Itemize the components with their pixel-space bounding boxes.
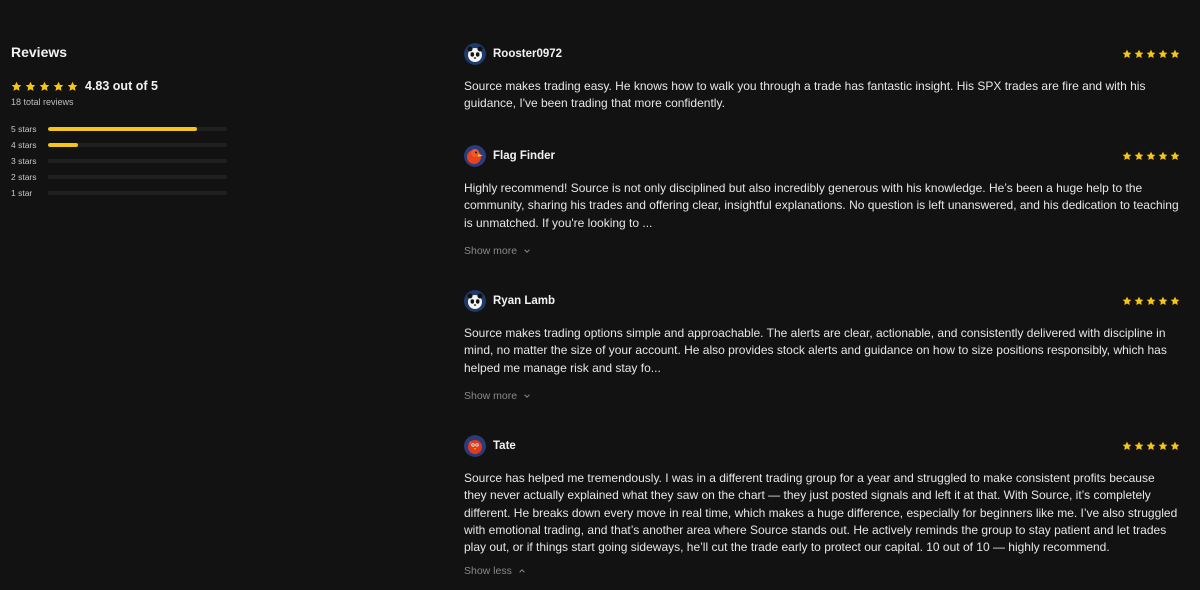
star-icon [1134, 151, 1144, 160]
review-author: Rooster0972 [493, 48, 563, 60]
review-stars [1122, 296, 1180, 306]
review-header: Ryan Lamb [464, 290, 1180, 312]
review-author: Flag Finder [493, 150, 555, 162]
show-more-button[interactable]: Show more [464, 390, 531, 402]
review-text: Source has helped me tremendously. I was… [464, 471, 1178, 555]
review-header: Tate [464, 435, 1180, 457]
toggle-label: Show less [464, 565, 512, 578]
reviews-title: Reviews [11, 44, 68, 60]
star-icon [1134, 441, 1144, 450]
panda-avatar-icon [464, 43, 486, 65]
rating-bar-label: 5 stars [11, 124, 37, 134]
review-text: Source makes trading options simple and … [464, 326, 1167, 375]
star-icon [1134, 49, 1144, 58]
rating-breakdown: 5 stars 4 stars 3 stars 2 stars 1 star [11, 121, 231, 201]
star-icon [1146, 49, 1156, 58]
review-card: Flag Finder Highly recommend! Source is … [464, 145, 1180, 259]
review-stars [1122, 151, 1180, 161]
review-header: Rooster0972 [464, 43, 1180, 65]
review-card: Rooster0972 Source makes trading easy. H… [464, 43, 1180, 113]
rating-bar-fill [48, 143, 79, 147]
rating-bar-track [48, 175, 227, 179]
star-icon [25, 81, 36, 91]
rating-bar-label: 1 star [11, 188, 33, 198]
chevron-down-icon [524, 249, 530, 253]
rating-bar-label: 3 stars [11, 156, 37, 166]
review-author: Ryan Lamb [493, 295, 555, 307]
chevron-up-icon [519, 569, 525, 574]
star-icon [1170, 296, 1180, 305]
bird-avatar-icon [464, 435, 486, 457]
rating-bar-fill [48, 127, 197, 131]
star-icon [1170, 441, 1180, 450]
rating-bar-label: 2 stars [11, 172, 37, 182]
review-stars [1122, 441, 1180, 451]
star-icon [1158, 296, 1168, 305]
review-card: Ryan Lamb Source makes trading options s… [464, 290, 1180, 404]
rating-bar-row: 1 star [11, 185, 231, 201]
rating-bar-row: 3 stars [11, 153, 231, 169]
total-reviews-count: 18 total reviews [11, 97, 74, 107]
rating-bar-track [48, 191, 227, 195]
rating-bar-row: 4 stars [11, 137, 231, 153]
show-more-button[interactable]: Show more [464, 245, 531, 257]
review-text: Highly recommend! Source is not only dis… [464, 181, 1179, 230]
star-icon [1146, 296, 1156, 305]
star-icon [67, 81, 78, 91]
reviews-summary: Reviews 4.83 out of 5 18 total reviews 5… [11, 44, 231, 201]
toggle-label: Show more [464, 389, 518, 402]
star-icon [1158, 151, 1168, 160]
star-icon [1170, 151, 1180, 160]
star-icon [39, 81, 50, 91]
review-text: Source makes trading easy. He knows how … [464, 79, 1146, 111]
review-author: Tate [493, 440, 516, 452]
toggle-label: Show more [464, 244, 518, 257]
star-icon [1146, 441, 1156, 450]
rating-bar-row: 2 stars [11, 169, 231, 185]
star-icon [1122, 296, 1132, 305]
star-icon [11, 81, 22, 91]
star-icon [1158, 441, 1168, 450]
star-icon [1170, 49, 1180, 58]
rating-bar-row: 5 stars [11, 121, 231, 137]
reviews-page: Reviews 4.83 out of 5 18 total reviews 5… [0, 0, 1200, 590]
star-icon [1122, 49, 1132, 58]
rating-bar-track [48, 143, 227, 147]
panda-avatar-icon [464, 290, 486, 312]
rating-text: 4.83 out of 5 [85, 79, 158, 93]
star-icon [1134, 296, 1144, 305]
review-stars [1122, 49, 1180, 59]
rating-bar-track [48, 127, 227, 131]
star-icon [1158, 49, 1168, 58]
average-rating: 4.83 out of 5 [11, 79, 231, 93]
show-less-button[interactable]: Show less [464, 565, 526, 577]
rating-bar-track [48, 159, 227, 163]
star-icon [1146, 151, 1156, 160]
review-header: Flag Finder [464, 145, 1180, 167]
duck-avatar-icon [464, 145, 486, 167]
rating-bar-label: 4 stars [11, 140, 37, 150]
chevron-down-icon [524, 394, 530, 398]
review-card: Tate Source has helped me tremendously. … [464, 435, 1180, 579]
star-icon [1122, 151, 1132, 160]
average-rating-stars [11, 81, 78, 92]
star-icon [53, 81, 64, 91]
star-icon [1122, 441, 1132, 450]
